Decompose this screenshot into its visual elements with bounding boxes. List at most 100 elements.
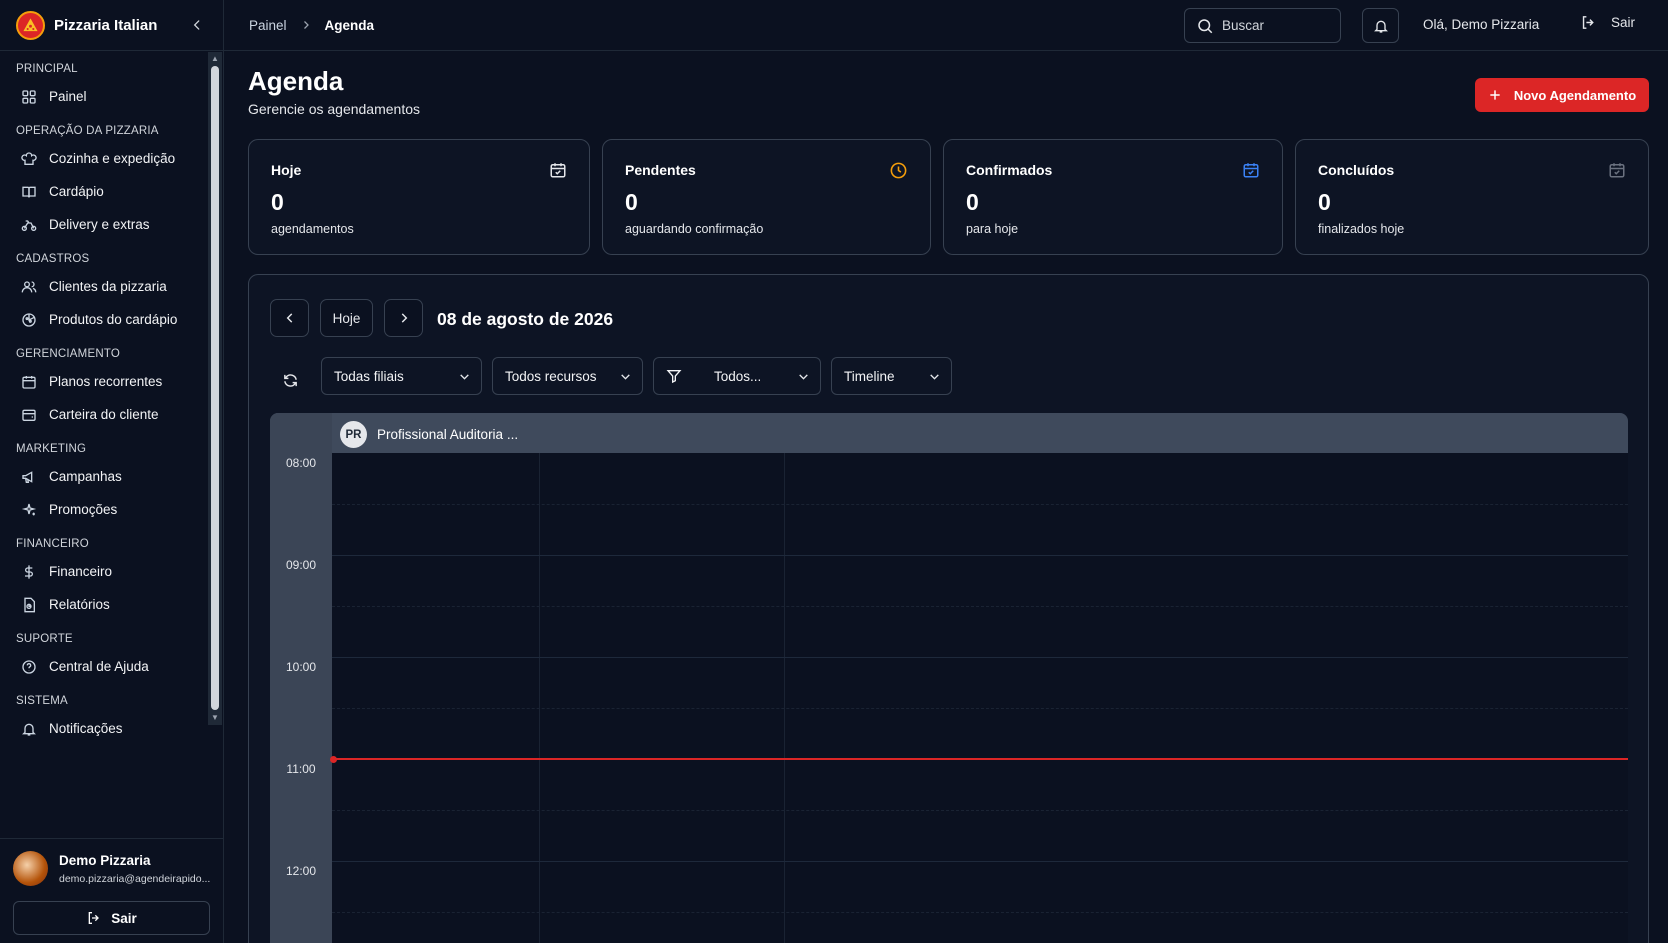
sidebar-item-label: Financeiro (49, 564, 113, 579)
breadcrumb: Painel Agenda (224, 18, 374, 33)
chevron-right-icon (397, 311, 411, 325)
topbar: Painel Agenda Buscar Olá, Demo Pizzaria … (224, 0, 1668, 51)
user-name: Demo Pizzaria (59, 852, 151, 868)
status-filter-select[interactable]: Todos... (653, 357, 821, 395)
column-divider (784, 453, 785, 943)
notifications-button[interactable] (1362, 8, 1399, 43)
nav-section-title: OPERAÇÃO DA PIZZARIA (16, 125, 159, 137)
next-day-button[interactable] (384, 299, 423, 337)
sidebar-item-painel[interactable]: Painel (0, 80, 207, 113)
resource-header[interactable]: PR Profissional Auditoria ... (340, 421, 518, 448)
logout-icon (1580, 14, 1597, 31)
sidebar-item-planos[interactable]: Planos recorrentes (0, 365, 207, 398)
dollar-icon (20, 563, 38, 581)
resources-select-value: Todos recursos (505, 368, 597, 384)
user-email: demo.pizzaria@agendeirapido... (59, 872, 211, 885)
pizza-logo-icon (16, 10, 45, 40)
nav-section-title: FINANCEIRO (16, 538, 89, 550)
stat-title: Concluídos (1318, 162, 1395, 178)
timeline-grid: PR Profissional Auditoria ... 08:00 09:00… (270, 413, 1628, 943)
topbar-logout-button[interactable]: Sair (1580, 14, 1635, 31)
scroll-up-arrow-icon[interactable]: ▲ (210, 54, 220, 64)
sidebar-item-label: Campanhas (49, 469, 122, 484)
sidebar-item-notificacoes[interactable]: Notificações (0, 712, 207, 745)
stat-card-concluidos: Concluídos 0 finalizados hoje (1295, 139, 1649, 255)
half-hour-grid-line (332, 708, 1628, 709)
search-placeholder: Buscar (1222, 18, 1265, 33)
sidebar-scrollbar[interactable]: ▲ ▼ (208, 52, 222, 725)
chevron-left-icon (193, 20, 200, 30)
time-label: 09:00 (285, 558, 317, 572)
branch-select[interactable]: Todas filiais (321, 357, 482, 395)
timeline-body[interactable] (332, 453, 1628, 943)
plus-icon (1488, 88, 1502, 102)
users-icon (20, 278, 38, 296)
hour-grid-line (332, 657, 1628, 658)
sidebar-item-promocoes[interactable]: Promoções (0, 493, 207, 526)
sidebar-item-label: Painel (49, 89, 87, 104)
scrollbar-thumb[interactable] (211, 66, 219, 710)
clock-icon (889, 161, 908, 180)
sidebar-logout-button[interactable]: Sair (13, 901, 210, 935)
stat-card-pendentes: Pendentes 0 aguardando confirmação (602, 139, 931, 255)
logout-icon (86, 910, 102, 926)
calendar-check-icon (549, 161, 567, 179)
previous-day-button[interactable] (270, 299, 309, 337)
page-subtitle: Gerencie os agendamentos (248, 101, 420, 117)
chef-hat-icon (20, 150, 38, 168)
sidebar-nav: PRINCIPAL Painel OPERAÇÃO DA PIZZARIA Co… (0, 51, 207, 837)
sidebar-item-clientes[interactable]: Clientes da pizzaria (0, 270, 207, 303)
calendar-panel: Hoje 08 de agosto de 2026 Todas filiais … (248, 274, 1649, 943)
avatar[interactable] (13, 851, 48, 886)
stat-subtitle: para hoje (966, 222, 1019, 236)
stat-value: 0 (1318, 189, 1331, 215)
sidebar-item-relatorios[interactable]: Relatórios (0, 588, 207, 621)
sidebar-item-cozinha[interactable]: Cozinha e expedição (0, 142, 207, 175)
new-appointment-button[interactable]: Novo Agendamento (1475, 78, 1649, 112)
chevron-down-icon (619, 370, 632, 383)
scroll-down-arrow-icon[interactable]: ▼ (210, 713, 220, 723)
collapse-sidebar-button[interactable] (187, 15, 207, 35)
sidebar-item-label: Cardápio (49, 184, 104, 199)
nav-section-title: SUPORTE (16, 633, 73, 645)
nav-section-title: SISTEMA (16, 695, 68, 707)
stat-title: Hoje (271, 162, 302, 178)
brand-name: Pizzaria Italian (54, 16, 158, 34)
sidebar-item-ajuda[interactable]: Central de Ajuda (0, 650, 207, 683)
logout-label: Sair (1611, 15, 1636, 30)
refresh-button[interactable] (277, 367, 303, 393)
view-mode-select[interactable]: Timeline (831, 357, 952, 395)
status-filter-value: Todos... (714, 368, 762, 384)
sidebar-item-label: Delivery e extras (49, 217, 150, 232)
sidebar-item-label: Clientes da pizzaria (49, 279, 167, 294)
sidebar-item-label: Produtos do cardápio (49, 312, 178, 327)
wallet-icon (20, 406, 38, 424)
user-greeting: Olá, Demo Pizzaria (1423, 17, 1540, 32)
branch-select-value: Todas filiais (334, 368, 404, 384)
today-label: Hoje (332, 310, 361, 326)
nav-section-title: PRINCIPAL (16, 63, 78, 75)
today-button[interactable]: Hoje (320, 299, 373, 337)
sidebar-item-label: Notificações (49, 721, 123, 736)
page-title: Agenda (248, 66, 344, 96)
breadcrumb-link-painel[interactable]: Painel (249, 18, 287, 33)
time-label: 11:00 (286, 762, 316, 776)
sidebar-item-campanhas[interactable]: Campanhas (0, 460, 207, 493)
chevron-down-icon (928, 370, 941, 383)
calendar-check-icon (1242, 161, 1260, 179)
sidebar-item-delivery[interactable]: Delivery e extras (0, 208, 207, 241)
sidebar-item-produtos[interactable]: Produtos do cardápio (0, 303, 207, 336)
sidebar-item-financeiro[interactable]: Financeiro (0, 555, 207, 588)
stat-value: 0 (271, 189, 284, 215)
chevron-right-icon (300, 19, 312, 31)
filter-icon (666, 368, 682, 384)
view-mode-value: Timeline (844, 368, 895, 384)
half-hour-grid-line (332, 504, 1628, 505)
hour-grid-line (332, 861, 1628, 862)
sidebar-item-carteira[interactable]: Carteira do cliente (0, 398, 207, 431)
nav-section-title: GERENCIAMENTO (16, 348, 120, 360)
resources-select[interactable]: Todos recursos (492, 357, 643, 395)
search-input[interactable]: Buscar (1184, 8, 1341, 43)
stat-subtitle: finalizados hoje (1318, 222, 1405, 236)
sidebar-item-cardapio[interactable]: Cardápio (0, 175, 207, 208)
